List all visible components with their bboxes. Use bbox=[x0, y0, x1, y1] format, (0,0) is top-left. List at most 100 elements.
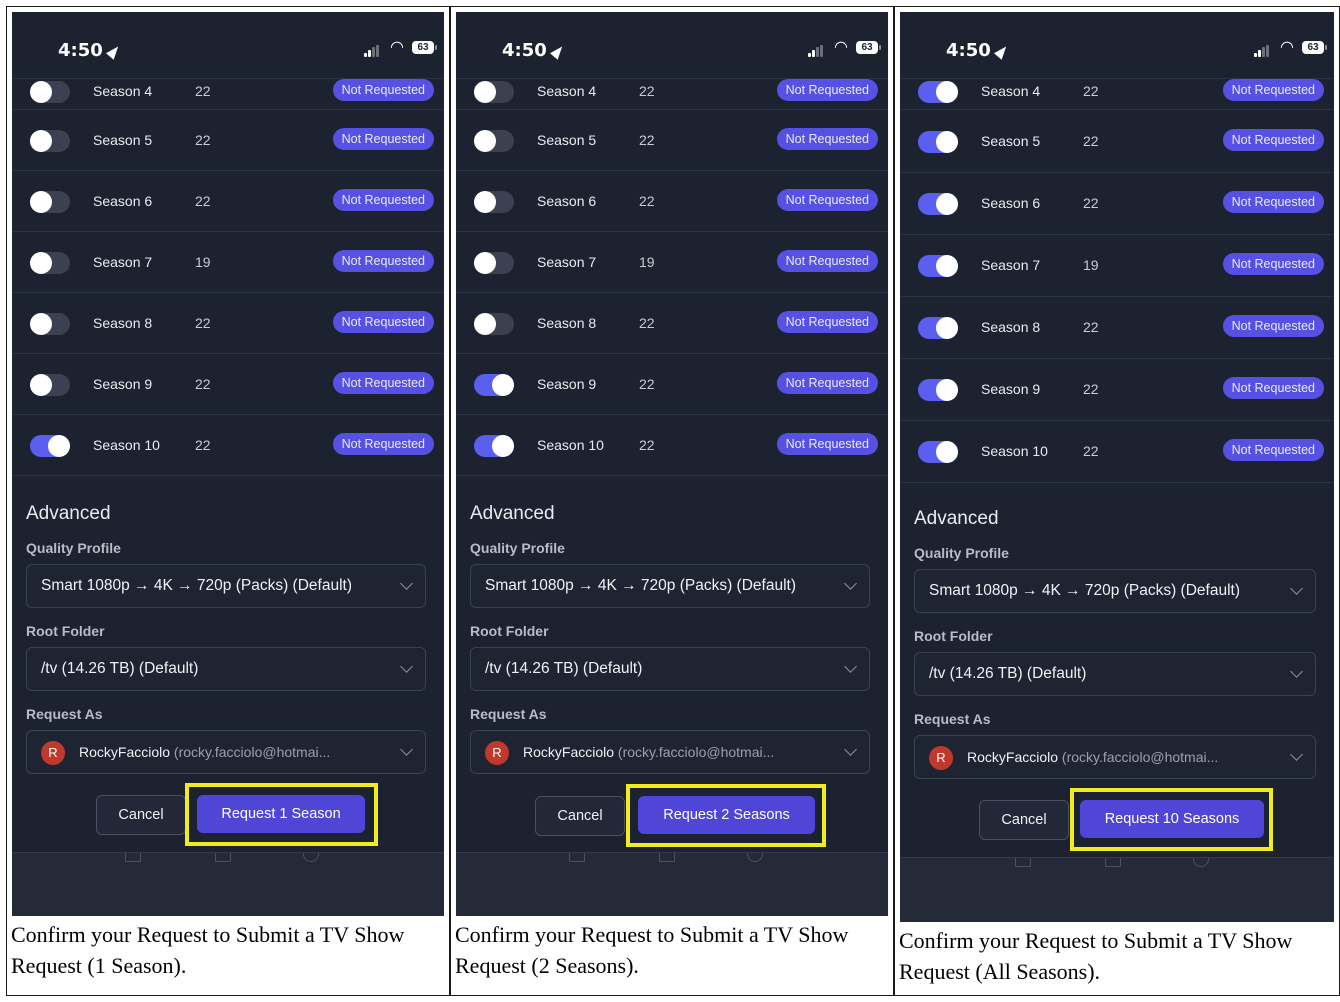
battery-icon: 63 bbox=[412, 41, 437, 54]
status-bar: 4:50 ◠ 63 bbox=[456, 12, 888, 79]
user-email: (rocky.facciolo@hotmai... bbox=[617, 744, 775, 760]
season-toggle[interactable] bbox=[918, 441, 958, 463]
request-as-select[interactable]: R RockyFacciolo (rocky.facciolo@hotmai..… bbox=[470, 730, 870, 774]
status-badge: Not Requested bbox=[332, 79, 434, 101]
user-email: (rocky.facciolo@hotmai... bbox=[173, 744, 331, 760]
avatar: R bbox=[929, 746, 953, 770]
episode-count: 22 bbox=[195, 315, 211, 331]
episode-count: 22 bbox=[639, 376, 655, 392]
signal-icon bbox=[808, 45, 824, 57]
clock-icon bbox=[1193, 858, 1209, 867]
season-toggle[interactable] bbox=[30, 252, 70, 274]
status-badge: Not Requested bbox=[1222, 315, 1324, 337]
cancel-button[interactable]: Cancel bbox=[96, 795, 186, 835]
episode-count: 22 bbox=[195, 437, 211, 453]
season-row: Season 7 19 Not Requested bbox=[12, 232, 444, 293]
season-toggle[interactable] bbox=[30, 191, 70, 213]
status-badge: Not Requested bbox=[776, 311, 878, 333]
season-name: Season 6 bbox=[93, 193, 153, 209]
cancel-button[interactable]: Cancel bbox=[535, 796, 625, 836]
root-folder-select[interactable]: /tv (14.26 TB) (Default) bbox=[26, 647, 426, 691]
season-toggle[interactable] bbox=[474, 130, 514, 152]
season-name: Season 10 bbox=[537, 437, 604, 453]
root-folder-label: Root Folder bbox=[26, 623, 105, 639]
season-name: Season 7 bbox=[93, 254, 153, 270]
season-toggle[interactable] bbox=[30, 81, 70, 103]
request-as-label: Request As bbox=[470, 706, 547, 722]
episode-count: 22 bbox=[1083, 195, 1099, 211]
monitor-icon bbox=[1105, 858, 1121, 867]
season-toggle[interactable] bbox=[30, 313, 70, 335]
signal-icon bbox=[364, 45, 380, 57]
avatar: R bbox=[485, 741, 509, 765]
request-as-select[interactable]: R RockyFacciolo (rocky.facciolo@hotmai..… bbox=[914, 735, 1316, 779]
status-badge: Not Requested bbox=[776, 250, 878, 272]
status-badge: Not Requested bbox=[776, 189, 878, 211]
quality-profile-select[interactable]: Smart 1080p → 4K → 720p (Packs) (Default… bbox=[26, 564, 426, 608]
root-folder-select[interactable]: /tv (14.26 TB) (Default) bbox=[470, 647, 870, 691]
episode-count: 22 bbox=[195, 376, 211, 392]
user-name: RockyFacciolo bbox=[967, 749, 1059, 765]
user-name: RockyFacciolo bbox=[523, 744, 615, 760]
status-badge: Not Requested bbox=[332, 189, 434, 211]
season-row: Season 6 22 Not Requested bbox=[456, 171, 888, 232]
request-as-select[interactable]: R RockyFacciolo (rocky.facciolo@hotmai..… bbox=[26, 730, 426, 774]
root-folder-label: Root Folder bbox=[470, 623, 549, 639]
episode-count: 22 bbox=[639, 132, 655, 148]
phone-screen-3: 4:50 ◠ 63 Season 4 22 Not Requested Seas… bbox=[900, 12, 1334, 922]
season-row: Season 8 22 Not Requested bbox=[12, 293, 444, 354]
season-toggle[interactable] bbox=[474, 81, 514, 103]
season-toggle[interactable] bbox=[918, 255, 958, 277]
advanced-heading: Advanced bbox=[914, 508, 999, 529]
quality-profile-select[interactable]: Smart 1080p → 4K → 720p (Packs) (Default… bbox=[470, 564, 870, 608]
episode-count: 22 bbox=[1083, 381, 1099, 397]
season-toggle[interactable] bbox=[918, 131, 958, 153]
season-toggle[interactable] bbox=[474, 374, 514, 396]
status-badge: Not Requested bbox=[1222, 253, 1324, 275]
status-badge: Not Requested bbox=[1222, 439, 1324, 461]
season-toggle[interactable] bbox=[918, 379, 958, 401]
season-toggle[interactable] bbox=[474, 252, 514, 274]
root-folder-select[interactable]: /tv (14.26 TB) (Default) bbox=[914, 652, 1316, 696]
season-toggle[interactable] bbox=[918, 193, 958, 215]
season-row: Season 7 19 Not Requested bbox=[456, 232, 888, 293]
user-identity: RockyFacciolo (rocky.facciolo@hotmai... bbox=[523, 744, 833, 760]
season-row: Season 9 22 Not Requested bbox=[12, 354, 444, 415]
status-badge: Not Requested bbox=[1222, 191, 1324, 213]
season-toggle[interactable] bbox=[474, 313, 514, 335]
panel-1: 4:50 ◠ 63 Season 4 22 Not Requested Seas… bbox=[6, 6, 450, 996]
status-badge: Not Requested bbox=[776, 433, 878, 455]
season-toggle[interactable] bbox=[30, 435, 70, 457]
season-row: Season 6 22 Not Requested bbox=[900, 173, 1334, 235]
season-toggle[interactable] bbox=[30, 374, 70, 396]
season-name: Season 7 bbox=[537, 254, 597, 270]
chevron-down-icon bbox=[844, 660, 857, 673]
season-toggle[interactable] bbox=[30, 130, 70, 152]
user-email: (rocky.facciolo@hotmai... bbox=[1061, 749, 1219, 765]
root-folder-value: /tv (14.26 TB) (Default) bbox=[929, 665, 1087, 682]
season-row: Season 10 22 Not Requested bbox=[12, 415, 444, 476]
episode-count: 22 bbox=[1083, 443, 1099, 459]
season-row: Season 10 22 Not Requested bbox=[456, 415, 888, 476]
quality-profile-value: Smart 1080p → 4K → 720p (Packs) (Default… bbox=[41, 577, 352, 594]
season-row: Season 6 22 Not Requested bbox=[12, 171, 444, 232]
root-folder-value: /tv (14.26 TB) (Default) bbox=[41, 660, 199, 677]
season-name: Season 8 bbox=[981, 319, 1041, 335]
status-badge: Not Requested bbox=[332, 433, 434, 455]
season-toggle[interactable] bbox=[918, 81, 958, 103]
chevron-down-icon bbox=[844, 743, 857, 756]
user-identity: RockyFacciolo (rocky.facciolo@hotmai... bbox=[967, 749, 1279, 765]
quality-profile-select[interactable]: Smart 1080p → 4K → 720p (Packs) (Default… bbox=[914, 569, 1316, 613]
season-toggle[interactable] bbox=[474, 435, 514, 457]
season-toggle[interactable] bbox=[918, 317, 958, 339]
episode-count: 19 bbox=[195, 254, 211, 270]
quality-profile-value: Smart 1080p → 4K → 720p (Packs) (Default… bbox=[485, 577, 796, 594]
season-toggle[interactable] bbox=[474, 191, 514, 213]
episode-count: 22 bbox=[639, 437, 655, 453]
cancel-button[interactable]: Cancel bbox=[979, 800, 1069, 840]
chevron-down-icon bbox=[1290, 582, 1303, 595]
request-as-label: Request As bbox=[26, 706, 103, 722]
season-name: Season 6 bbox=[537, 193, 597, 209]
episode-count: 19 bbox=[1083, 257, 1099, 273]
clock: 4:50 bbox=[502, 40, 566, 61]
